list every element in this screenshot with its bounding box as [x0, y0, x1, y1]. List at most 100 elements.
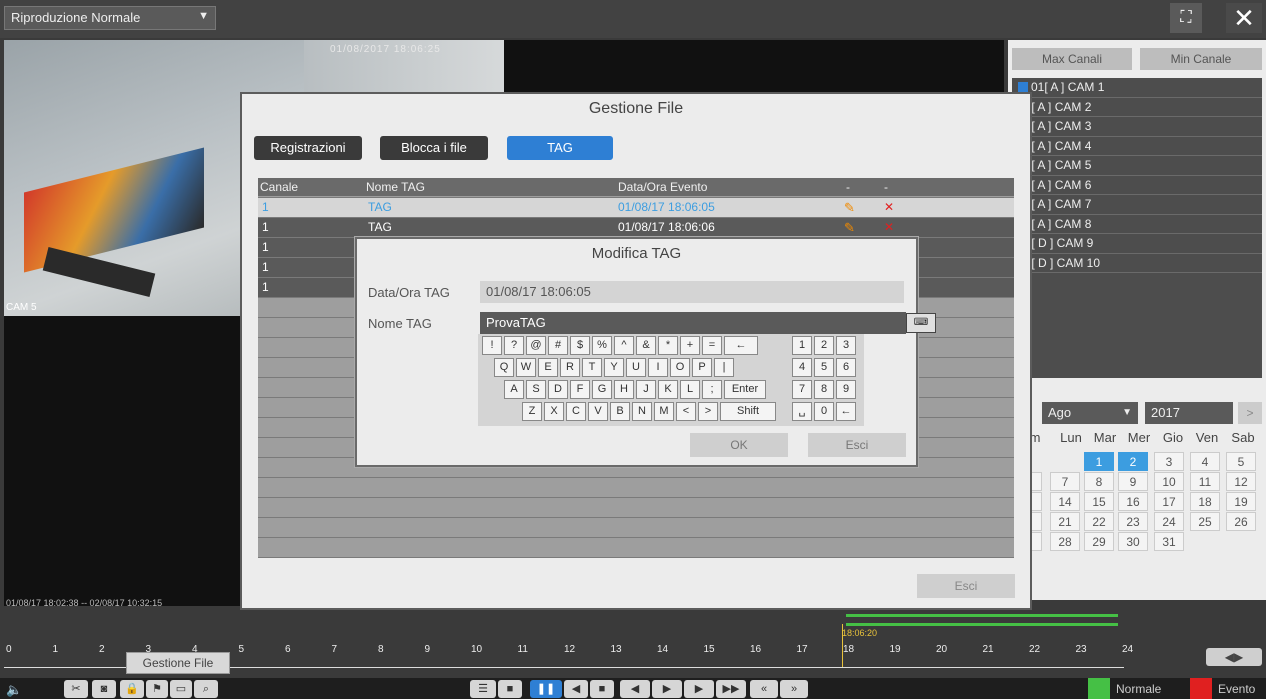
calendar-day[interactable]: 7: [1050, 472, 1080, 491]
calendar-day[interactable]: 3: [1154, 452, 1184, 471]
numpad-key[interactable]: 7: [792, 380, 812, 399]
keyboard-key[interactable]: B: [610, 402, 630, 421]
keyboard-key[interactable]: E: [538, 358, 558, 377]
keyboard-key[interactable]: U: [626, 358, 646, 377]
calendar-day[interactable]: 30: [1118, 532, 1148, 551]
calendar-day[interactable]: 9: [1118, 472, 1148, 491]
playback-mode-select[interactable]: Riproduzione Normale ▼: [4, 6, 216, 30]
file-manager-exit-button[interactable]: Esci: [917, 574, 1015, 598]
keyboard-key[interactable]: S: [526, 380, 546, 399]
keyboard-key[interactable]: $: [570, 336, 590, 355]
table-row[interactable]: 1 TAG 01/08/17 18:06:05 ✎ ✕: [258, 198, 1014, 217]
zoom-button[interactable]: ⌕: [194, 680, 218, 698]
calendar-day[interactable]: 8: [1084, 472, 1114, 491]
cut-button[interactable]: ✂: [64, 680, 88, 698]
keyboard-key[interactable]: ;: [702, 380, 722, 399]
keyboard-key[interactable]: *: [658, 336, 678, 355]
numpad-key[interactable]: 3: [836, 336, 856, 355]
calendar-day[interactable]: 5: [1226, 452, 1256, 471]
stop-playback-button[interactable]: ■: [590, 680, 614, 698]
keyboard-key[interactable]: V: [588, 402, 608, 421]
keyboard-key[interactable]: W: [516, 358, 536, 377]
numpad-key[interactable]: 9: [836, 380, 856, 399]
edit-pencil-icon[interactable]: ✎: [844, 218, 855, 237]
table-row[interactable]: 1 TAG 01/08/17 18:06:06 ✎ ✕: [258, 218, 1014, 237]
keyboard-key[interactable]: %: [592, 336, 612, 355]
checkbox-checked-icon[interactable]: [1018, 82, 1028, 92]
numpad-key[interactable]: 6: [836, 358, 856, 377]
delete-icon[interactable]: ✕: [884, 198, 894, 217]
keyboard-key[interactable]: Shift: [720, 402, 776, 421]
month-select[interactable]: Ago ▼: [1042, 402, 1138, 424]
keyboard-key[interactable]: F: [570, 380, 590, 399]
calendar-day[interactable]: 11: [1190, 472, 1220, 491]
keyboard-key[interactable]: Q: [494, 358, 514, 377]
numpad-key[interactable]: 8: [814, 380, 834, 399]
audio-mute-icon[interactable]: 🔈: [6, 682, 22, 698]
keyboard-key[interactable]: T: [582, 358, 602, 377]
keyboard-icon[interactable]: ⌨: [906, 313, 936, 333]
numpad-key[interactable]: ␣: [792, 402, 812, 421]
keyboard-key[interactable]: |: [714, 358, 734, 377]
calendar-day[interactable]: 18: [1190, 492, 1220, 511]
next-month-button[interactable]: >: [1238, 402, 1262, 424]
keyboard-key[interactable]: Enter: [724, 380, 766, 399]
year-select[interactable]: 2017: [1145, 402, 1233, 424]
calendar-day[interactable]: 28: [1050, 532, 1080, 551]
fast-forward-button[interactable]: ▶▶: [716, 680, 746, 698]
keyboard-key[interactable]: D: [548, 380, 568, 399]
keyboard-key[interactable]: X: [544, 402, 564, 421]
reverse-play-button[interactable]: ◀: [564, 680, 588, 698]
calendar-day[interactable]: 2: [1118, 452, 1148, 471]
keyboard-key[interactable]: O: [670, 358, 690, 377]
keyboard-key[interactable]: I: [648, 358, 668, 377]
channel-item[interactable]: 02[ A ] CAM 2: [1012, 98, 1262, 117]
calendar-day[interactable]: 26: [1226, 512, 1256, 531]
calendar-day[interactable]: 12: [1226, 472, 1256, 491]
play-button[interactable]: ▶: [684, 680, 714, 698]
keyboard-key[interactable]: =: [702, 336, 722, 355]
calendar-day[interactable]: 31: [1154, 532, 1184, 551]
tab-recordings[interactable]: Registrazioni: [254, 136, 362, 160]
lock-button[interactable]: 🔒: [120, 680, 144, 698]
keyboard-key[interactable]: L: [680, 380, 700, 399]
numpad-key[interactable]: ←: [836, 402, 856, 421]
keyboard-key[interactable]: #: [548, 336, 568, 355]
keyboard-key[interactable]: K: [658, 380, 678, 399]
keyboard-key[interactable]: Y: [604, 358, 624, 377]
calendar-day[interactable]: 23: [1118, 512, 1148, 531]
keyboard-key[interactable]: ←: [724, 336, 758, 355]
tab-tag[interactable]: TAG: [507, 136, 613, 160]
keyboard-key[interactable]: !: [482, 336, 502, 355]
numpad-key[interactable]: 1: [792, 336, 812, 355]
keyboard-key[interactable]: P: [692, 358, 712, 377]
keyboard-key[interactable]: <: [676, 402, 696, 421]
channel-item[interactable]: 04[ A ] CAM 4: [1012, 137, 1262, 156]
previous-frame-button[interactable]: ◀: [620, 680, 650, 698]
keyboard-key[interactable]: H: [614, 380, 634, 399]
channel-item[interactable]: 05[ A ] CAM 5: [1012, 156, 1262, 176]
channel-item[interactable]: 01[ A ] CAM 1: [1012, 78, 1262, 98]
tag-button[interactable]: ⚑: [146, 680, 168, 698]
edit-tag-exit-button[interactable]: Esci: [808, 433, 906, 457]
calendar-day[interactable]: 17: [1154, 492, 1184, 511]
tab-lock-files[interactable]: Blocca i file: [380, 136, 488, 160]
calendar-day[interactable]: 16: [1118, 492, 1148, 511]
keyboard-key[interactable]: M: [654, 402, 674, 421]
calendar-day[interactable]: 24: [1154, 512, 1184, 531]
numpad-key[interactable]: 5: [814, 358, 834, 377]
calendar-day[interactable]: 1: [1084, 452, 1114, 471]
calendar-day[interactable]: 25: [1190, 512, 1220, 531]
speed-up-button[interactable]: »: [780, 680, 808, 698]
keyboard-key[interactable]: C: [566, 402, 586, 421]
snapshot-button[interactable]: ◙: [92, 680, 116, 698]
next-frame-button[interactable]: ▶: [652, 680, 682, 698]
keyboard-key[interactable]: ^: [614, 336, 634, 355]
calendar-day[interactable]: 10: [1154, 472, 1184, 491]
calendar-day[interactable]: 22: [1084, 512, 1114, 531]
keyboard-key[interactable]: >: [698, 402, 718, 421]
speed-down-button[interactable]: «: [750, 680, 778, 698]
keyboard-key[interactable]: A: [504, 380, 524, 399]
stop-button[interactable]: ■: [498, 680, 522, 698]
timeline-zoom-button[interactable]: ◀▶: [1206, 648, 1262, 666]
